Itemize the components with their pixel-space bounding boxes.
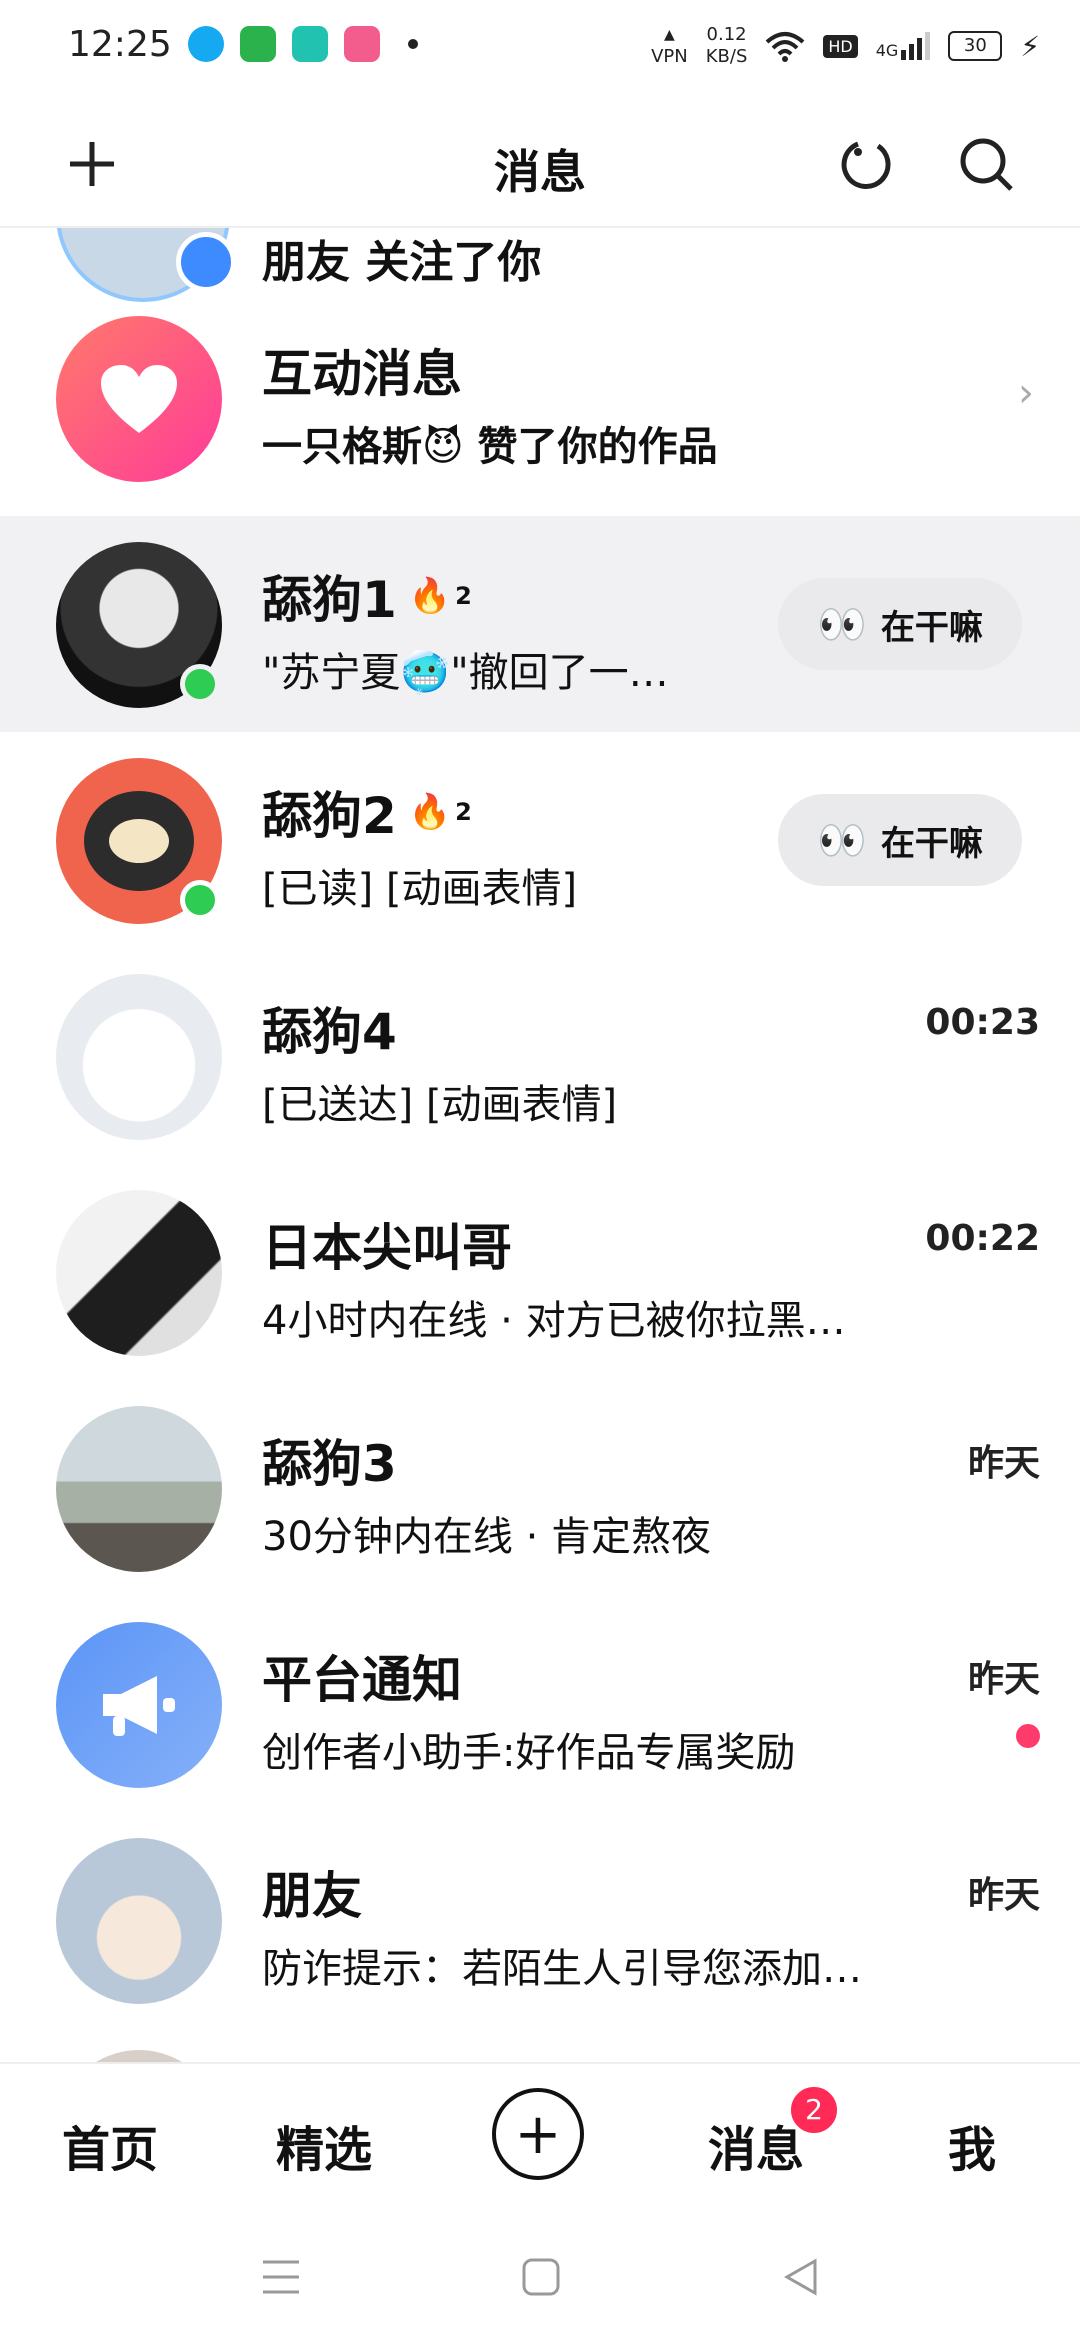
chat-item[interactable]: 舔狗1 🔥 2 "苏宁夏🥶"撤回了一… 👀 在干嘛 [0,516,1080,732]
chat-item[interactable]: 朋友 防诈提示：若陌生人引导您添加… 昨天 [0,1812,1080,2028]
nav-home[interactable]: 首页 [62,2110,158,2180]
status-time: 12:25 [68,24,172,65]
chevron-right-icon: › [1018,370,1034,416]
megaphone-avatar [56,1622,222,1788]
contact-name: 舔狗3 [262,1435,397,1493]
contact-name: 舔狗1 🔥 2 [262,571,472,629]
message-time: 00:23 [925,1002,1040,1043]
flame-icon: 🔥 [408,792,452,832]
page-title: 消息 [494,145,586,199]
interaction-messages-item[interactable]: 互动消息 一只格斯😈 赞了你的作品 › [0,290,1080,506]
search-icon[interactable] [956,134,1016,194]
vpn-label: ▲ VPN [651,27,688,67]
bilibili-icon [344,26,380,62]
message-preview: [已送达] [动画表情] [262,1082,618,1128]
streak-count: 2 [455,582,472,610]
contact-name: 舔狗4 [262,1003,397,1061]
platform-notice-item[interactable]: 平台通知 创作者小助手:好作品专属奖励 昨天 [0,1596,1080,1812]
online-indicator [180,880,220,920]
chat-item[interactable]: 舔狗2 🔥 2 [已读] [动画表情] 👀 在干嘛 [0,732,1080,948]
quick-reply-button[interactable]: 👀 在干嘛 [778,578,1022,670]
status-app-icons [188,26,418,62]
qq-icon [188,26,224,62]
back-icon[interactable] [776,2252,826,2302]
contact-name: 平台通知 [262,1651,462,1709]
message-time: 昨天 [967,1659,1040,1700]
bottom-navigation: 首页 精选 + 消息 2 我 [0,2062,1080,2214]
message-time: 00:22 [925,1218,1040,1259]
streak-count: 2 [455,798,472,826]
message-time: 昨天 [967,1443,1040,1484]
nav-me[interactable]: 我 [948,2110,996,2180]
menu-icon[interactable] [256,2252,306,2302]
contact-name: 舔狗2 🔥 2 [262,787,472,845]
message-preview: 创作者小助手:好作品专属奖励 [262,1730,796,1776]
interaction-preview: 一只格斯😈 赞了你的作品 [262,424,718,470]
message-preview: 防诈提示：若陌生人引导您添加… [262,1946,862,1992]
message-preview: "苏宁夏🥶"撤回了一… [262,650,669,696]
avatar [56,2050,222,2062]
unread-dot [1016,1724,1040,1748]
message-preview: 4小时内在线 · 对方已被你拉黑… [262,1298,846,1344]
flame-icon: 🔥 [408,576,452,616]
system-navigation [0,2212,1080,2340]
sticker-icon: 👀 [817,601,867,648]
message-preview: [已读] [动画表情] [262,866,578,912]
contact-name: 朋友 [262,1867,362,1925]
list-item[interactable]: 朋友 关注了你 [0,228,1080,302]
hd-badge: HD [823,34,858,58]
refresh-icon[interactable] [836,134,896,194]
wifi-icon [766,32,805,62]
message-list[interactable]: 朋友 关注了你 互动消息 一只格斯😈 赞了你的作品 › 舔狗1 🔥 2 "苏宁夏… [0,228,1080,2062]
nav-featured[interactable]: 精选 [276,2110,372,2180]
home-icon[interactable] [516,2252,566,2302]
charging-icon: ⚡ [1020,29,1040,63]
status-bar: 12:25 ▲ VPN 0.12 KB/S HD 4G 30 ⚡ [0,0,1080,96]
message-time: 昨天 [967,1875,1040,1916]
follow-badge-icon [176,232,236,292]
battery-icon: 30 [948,31,1003,61]
avatar [56,1838,222,2004]
chat-item[interactable]: 舔狗4 [已送达] [动画表情] 00:23 [0,948,1080,1164]
contact-name: 日本尖叫哥 [262,1219,512,1277]
messages-badge: 2 [788,2084,840,2136]
top-bar: 消息 [0,96,1080,228]
avatar [56,1406,222,1572]
more-dot-icon [408,39,418,49]
heart-avatar [56,316,222,482]
status-indicators: ▲ VPN 0.12 KB/S HD 4G 30 ⚡ [651,24,1040,68]
plus-icon: + [514,2101,562,2167]
chat-item[interactable]: 舔狗3 30分钟内在线 · 肯定熬夜 昨天 [0,1380,1080,1596]
network-speed: 0.12 KB/S [705,24,748,67]
avatar [56,1190,222,1356]
chat-item[interactable]: 日本尖叫哥 4小时内在线 · 对方已被你拉黑… 00:22 [0,1164,1080,1380]
sticker-icon: 👀 [817,817,867,864]
signal-icon: 4G [876,32,931,60]
create-button[interactable]: + [492,2088,584,2180]
megaphone-icon [103,1676,175,1736]
online-indicator [180,664,220,704]
quick-reply-button[interactable]: 👀 在干嘛 [778,794,1022,886]
message-preview: 30分钟内在线 · 肯定熬夜 [262,1514,712,1560]
message-preview: 朋友 关注了你 [262,237,542,288]
avatar [56,974,222,1140]
interaction-title: 互动消息 [262,345,462,403]
chat-app-icon [292,26,328,62]
wechat-icon [240,26,276,62]
heart-icon [101,365,177,433]
